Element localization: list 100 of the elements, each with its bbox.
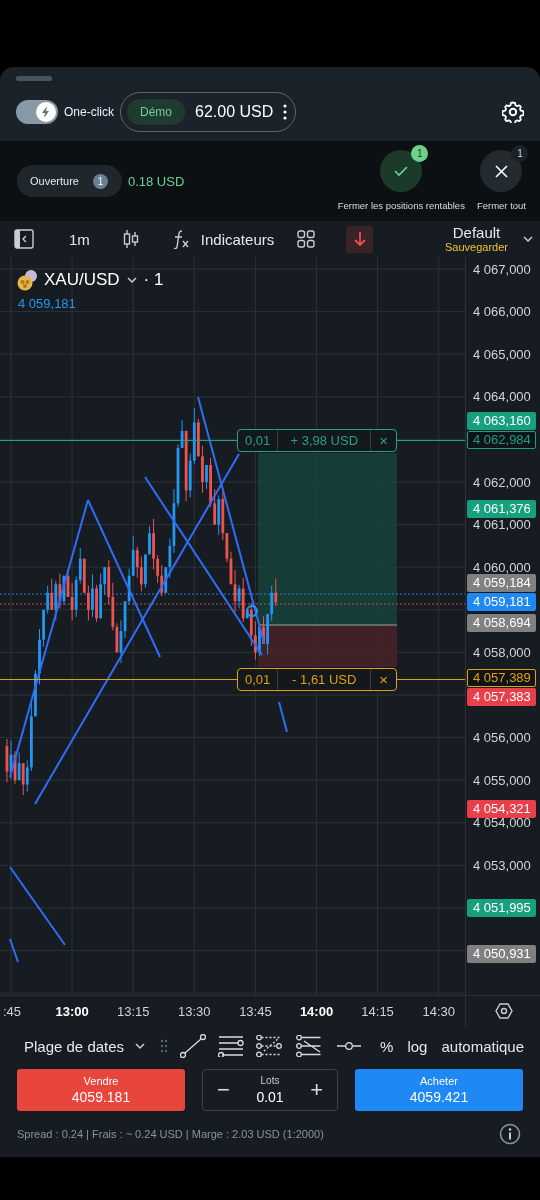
- indicators-button[interactable]: Indicateurs: [200, 230, 275, 248]
- action-label: Fermer tout: [476, 200, 526, 211]
- order-pnl: - 1,61 USD: [277, 669, 372, 690]
- price-tag: 4 051,995: [467, 899, 536, 918]
- account-balance: 62.00 USD: [195, 103, 274, 121]
- price-tag: 4 058,694: [467, 613, 536, 632]
- more-icon[interactable]: [283, 104, 288, 120]
- auto-scale-toggle[interactable]: automatique: [441, 1037, 524, 1055]
- time-axis-label: 13:00: [55, 1004, 89, 1019]
- order-line-label[interactable]: 0,01 - 1,61 USD ×: [237, 668, 397, 691]
- lots-value: 0.01: [256, 1089, 284, 1105]
- price-tag: 4 063,160: [467, 412, 536, 431]
- drag-handle-icon[interactable]: [160, 1039, 169, 1053]
- price-tag: 4 054,321: [467, 800, 536, 819]
- price-tag: 4 061,376: [467, 499, 536, 518]
- time-axis-label: 13:30: [178, 1004, 211, 1019]
- trade-info-text: Spread : 0.24 | Frais : ~ 0.24 USD | Marge : 2.03 USD (1:2000): [17, 1128, 324, 1140]
- trend-line[interactable]: [87, 499, 161, 658]
- price-tag: 4 057,389: [467, 669, 536, 688]
- one-click-label: One-click: [64, 105, 114, 119]
- info-icon[interactable]: [499, 1123, 521, 1145]
- chart-settings-icon[interactable]: [495, 1002, 513, 1020]
- trend-line[interactable]: [144, 476, 263, 656]
- trend-line-icon[interactable]: [180, 1034, 207, 1058]
- price-axis-label: 4 067,000: [473, 261, 531, 277]
- log-scale-toggle[interactable]: log: [407, 1037, 428, 1055]
- lots-label: Lots: [260, 1075, 280, 1086]
- candlestick-icon[interactable]: [122, 229, 139, 249]
- function-icon[interactable]: [172, 229, 189, 249]
- increase-lots-button[interactable]: +: [310, 1077, 323, 1103]
- lots-field[interactable]: − Lots 0.01 +: [202, 1069, 338, 1111]
- price-axis-label: 4 056,000: [473, 730, 531, 746]
- down-arrow-icon: [353, 231, 366, 247]
- order-lots: 0,01: [244, 432, 272, 450]
- time-axis-label: 13:15: [116, 1004, 150, 1019]
- horizontal-lines-icon[interactable]: [218, 1035, 245, 1057]
- price-tag: 4 050,931: [467, 944, 536, 963]
- price-axis-label: 4 061,000: [473, 517, 531, 533]
- buy-button[interactable]: Acheter 4059.421: [355, 1069, 523, 1111]
- profit-value: 0.18 USD: [127, 173, 185, 189]
- time-axis-label: 14:00: [299, 1004, 334, 1019]
- close-profitable-button[interactable]: [380, 150, 423, 192]
- chevron-down-icon[interactable]: [522, 233, 534, 245]
- coins-icon: [16, 269, 38, 291]
- close-order-button[interactable]: ×: [371, 669, 396, 690]
- price-tag: 4 059,181: [467, 593, 536, 612]
- price-axis-label: 4 060,000: [473, 559, 531, 575]
- trend-line[interactable]: [278, 701, 288, 733]
- sell-button[interactable]: Vendre 4059.181: [17, 1069, 185, 1111]
- time-axis-label: 14:15: [361, 1004, 394, 1019]
- count-badge: 1: [511, 145, 529, 162]
- order-pnl: + 3,98 USD: [277, 430, 372, 451]
- symbol-name[interactable]: XAU/USD: [44, 270, 120, 290]
- chevron-down-icon[interactable]: [125, 274, 138, 286]
- close-order-button[interactable]: ×: [371, 430, 396, 451]
- fib-levels-icon[interactable]: [256, 1035, 283, 1057]
- bolt-icon: [41, 106, 51, 118]
- check-icon: [394, 165, 409, 177]
- drag-handle[interactable]: [16, 76, 52, 81]
- chevron-down-icon: [134, 1040, 147, 1052]
- anchor-point-icon[interactable]: [246, 605, 258, 617]
- price-axis-label: 4 058,000: [473, 644, 531, 660]
- order-line-label[interactable]: 0,01 + 3,98 USD ×: [237, 429, 397, 452]
- price-tag: 4 062,984: [467, 431, 536, 450]
- trend-line[interactable]: [34, 453, 240, 805]
- horizontal-ray-icon[interactable]: [337, 1041, 362, 1051]
- decrease-lots-button[interactable]: −: [217, 1077, 230, 1103]
- price-axis-label: 4 064,000: [473, 389, 531, 405]
- interval-selector[interactable]: 1m: [69, 230, 90, 248]
- one-click-toggle[interactable]: [16, 100, 58, 124]
- layout-selector[interactable]: Default Sauvegarder: [445, 224, 508, 254]
- loss-zone[interactable]: [257, 624, 398, 667]
- open-positions-tab[interactable]: Ouverture 1: [17, 165, 122, 197]
- trend-line[interactable]: [9, 866, 66, 946]
- price-tag: 4 059,184: [467, 574, 536, 593]
- layout-grid-icon[interactable]: [297, 230, 316, 248]
- time-axis-label: :45: [3, 1004, 22, 1019]
- action-label: Fermer les positions rentables: [337, 200, 465, 211]
- count-badge: 1: [92, 173, 108, 189]
- order-lots: 0,01: [244, 671, 272, 689]
- count-badge: 1: [411, 145, 429, 162]
- close-all-button[interactable]: [480, 150, 523, 192]
- trend-line[interactable]: [9, 938, 19, 963]
- date-range-selector[interactable]: Plage de dates: [24, 1037, 147, 1055]
- price-axis-label: 4 062,000: [473, 474, 531, 490]
- timeframe-label: · 1: [143, 270, 164, 290]
- percent-scale-toggle[interactable]: %: [380, 1037, 394, 1055]
- price-axis-label: 4 055,000: [473, 772, 531, 788]
- sell-arrow-button[interactable]: [346, 225, 374, 253]
- panel-toggle-icon[interactable]: [14, 229, 34, 249]
- price-axis-label: 4 053,000: [473, 857, 531, 873]
- demo-badge: Démo: [127, 99, 186, 125]
- price-tag: 4 057,383: [467, 688, 536, 707]
- price-axis-label: 4 066,000: [473, 304, 531, 320]
- price-axis-label: 4 065,000: [473, 346, 531, 362]
- time-axis-label: 14:30: [422, 1004, 455, 1019]
- last-price: 4 059,181: [18, 296, 76, 311]
- trend-line[interactable]: [9, 499, 89, 778]
- fib-channel-icon[interactable]: [296, 1035, 323, 1057]
- settings-icon[interactable]: [502, 101, 524, 123]
